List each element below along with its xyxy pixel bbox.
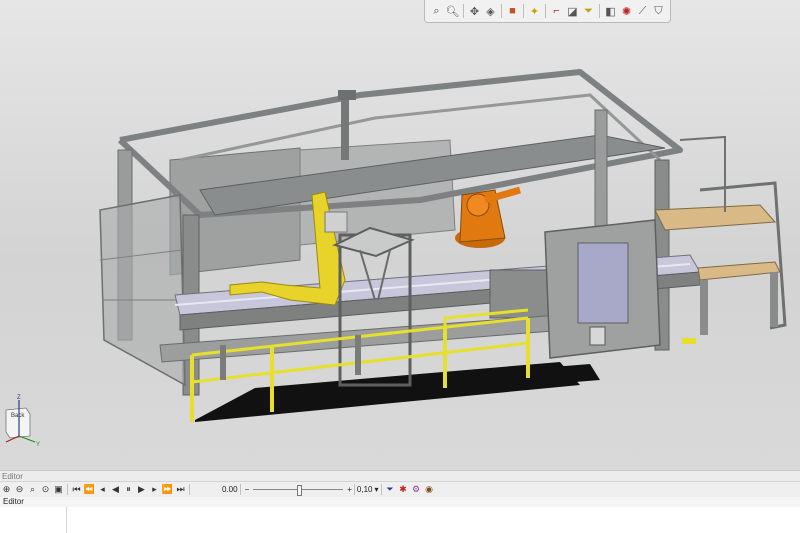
paint-icon[interactable]: ⛉ xyxy=(651,2,666,20)
axis-icon[interactable]: ⌐ xyxy=(549,2,564,20)
toolbar-separator xyxy=(189,484,190,495)
render-mode-icon[interactable]: ◪ xyxy=(565,2,580,20)
robot-cell-scene[interactable] xyxy=(0,0,800,470)
toolbar-separator xyxy=(380,484,382,495)
slider-plus[interactable]: + xyxy=(347,485,352,494)
zoom-fit-icon[interactable]: ⊙ xyxy=(39,483,52,496)
speed-dropdown-icon[interactable]: ▾ xyxy=(375,485,379,494)
right-table-upper xyxy=(654,204,777,231)
conveyor-foot xyxy=(220,345,226,380)
time-value: 0.00 xyxy=(222,485,238,494)
play-backward-icon[interactable]: ◀ xyxy=(109,483,122,496)
box-icon[interactable]: ■ xyxy=(505,2,520,20)
go-to-start-icon[interactable]: ⏮ xyxy=(70,483,83,496)
zoom-fit-icon[interactable]: ⌕ xyxy=(429,2,444,20)
hanger-cap xyxy=(338,90,356,100)
toolbar-separator xyxy=(463,4,464,18)
settings-icon[interactable]: ⚙ xyxy=(410,483,423,496)
editor-toolbar: ⊕ ⊖ ⌕ ⊙ ▣ ⏮ ⏪ ◂ ◀ ⏸ ▶ ▸ ⏩ ⏭ 0.00 − + 0,1… xyxy=(0,481,800,498)
snap-icon[interactable]: ✺ xyxy=(619,2,634,20)
zoom-icon[interactable]: 🔍︎ xyxy=(445,2,460,20)
step-back-icon[interactable]: ⏪ xyxy=(83,483,96,496)
slider-thumb[interactable] xyxy=(297,484,303,496)
toolbar-separator xyxy=(353,484,355,495)
editor-tree-pane[interactable] xyxy=(0,507,67,533)
right-frame-2 xyxy=(679,135,726,212)
yellow-robot-base xyxy=(324,211,348,233)
next-icon[interactable]: ▸ xyxy=(148,483,161,496)
editor-main-pane[interactable] xyxy=(67,507,800,533)
go-to-end-icon[interactable]: ⏭ xyxy=(174,483,187,496)
playback-speed-slider[interactable] xyxy=(253,484,344,496)
measure-icon[interactable]: ⟋ xyxy=(635,2,650,20)
filter-icon[interactable]: ⏷ xyxy=(581,2,596,20)
light-icon[interactable]: ✦ xyxy=(527,2,542,20)
triad-z-label: Z xyxy=(17,395,21,401)
toolbar-separator xyxy=(239,484,241,495)
section-icon[interactable]: ◧ xyxy=(603,2,618,20)
cabinet-panel xyxy=(589,326,606,346)
right-post-2 xyxy=(770,272,778,327)
view-toolbar: ⌕ 🔍︎ ✥ ◈ ■ ✦ ⌐ ◪ ⏷ ◧ ✺ ⟋ ⛉ xyxy=(424,0,671,23)
triad-x-axis xyxy=(18,435,36,443)
editor-title: Editor xyxy=(3,497,24,506)
right-table-lower xyxy=(697,261,781,281)
triad-x-label: Y xyxy=(36,442,40,448)
triad-face-label: Back xyxy=(11,413,25,419)
zoom-out-icon[interactable]: ⊖ xyxy=(13,483,26,496)
floor-shadow xyxy=(195,362,580,422)
conveyor-foot xyxy=(355,335,361,375)
zoom-window-icon[interactable]: ⌕ xyxy=(26,483,39,496)
play-icon[interactable]: ▶ xyxy=(135,483,148,496)
3d-viewport[interactable]: ⌕ 🔍︎ ✥ ◈ ■ ✦ ⌐ ◪ ⏷ ◧ ✺ ⟋ ⛉ Z Y Back xyxy=(0,0,800,470)
slider-minus[interactable]: − xyxy=(245,485,250,494)
orientation-triad[interactable]: Z Y xyxy=(0,390,44,452)
rotate-icon[interactable]: ✥ xyxy=(467,2,482,20)
zoom-in-icon[interactable]: ⊕ xyxy=(0,483,13,496)
step-forward-icon[interactable]: ⏩ xyxy=(161,483,174,496)
zoom-all-icon[interactable]: ▣ xyxy=(52,483,65,496)
cabinet-window xyxy=(577,242,629,324)
post-right-back xyxy=(594,109,608,241)
filter-icon[interactable]: ⏷ xyxy=(384,483,397,496)
toolbar-separator xyxy=(67,484,68,495)
camera-icon[interactable]: ◉ xyxy=(423,483,436,496)
toolbar-separator xyxy=(599,4,600,18)
toolbar-separator xyxy=(545,4,546,18)
previous-icon[interactable]: ◂ xyxy=(96,483,109,496)
speed-value: 0,10 xyxy=(356,485,373,494)
status-bar-label: Editor xyxy=(2,472,23,481)
record-icon[interactable]: ✱ xyxy=(397,483,410,496)
right-post xyxy=(700,280,708,335)
toolbar-separator xyxy=(523,4,524,18)
view-cube-icon[interactable]: ◈ xyxy=(483,2,498,20)
toolbar-separator xyxy=(501,4,502,18)
green-marker xyxy=(682,338,696,344)
pause-icon[interactable]: ⏸ xyxy=(122,483,135,496)
